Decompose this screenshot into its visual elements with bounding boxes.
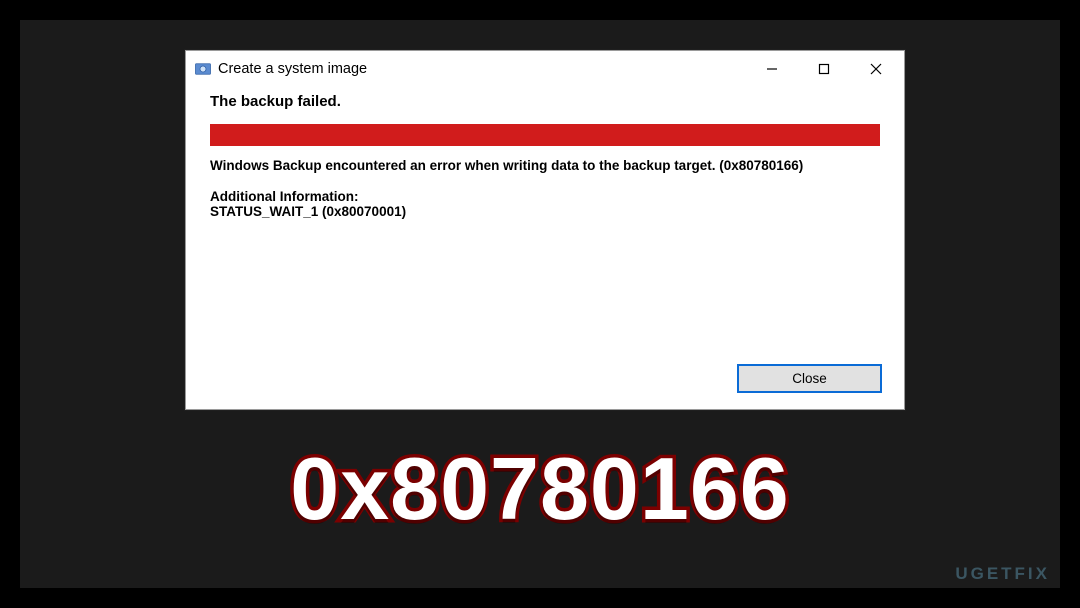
- overlay-error-code: 0x80780166: [0, 438, 1080, 540]
- additional-info-value: STATUS_WAIT_1 (0x80070001): [210, 204, 880, 219]
- error-message: Windows Backup encountered an error when…: [210, 158, 880, 173]
- window-title: Create a system image: [218, 61, 367, 77]
- error-heading: The backup failed.: [210, 93, 880, 110]
- close-button-label: Close: [792, 371, 827, 386]
- watermark: UGETFIX: [955, 564, 1050, 584]
- dialog-content: The backup failed. Windows Backup encoun…: [186, 87, 904, 219]
- window-controls: [746, 51, 902, 87]
- dialog-buttons: Close: [737, 364, 882, 393]
- minimize-button[interactable]: [746, 51, 798, 87]
- close-button[interactable]: Close: [737, 364, 882, 393]
- additional-info-label: Additional Information:: [210, 189, 880, 204]
- error-progress-bar: [210, 124, 880, 146]
- close-window-button[interactable]: [850, 51, 902, 87]
- backup-icon: [194, 60, 212, 78]
- title-bar[interactable]: Create a system image: [186, 51, 904, 87]
- error-dialog: Create a system image The backup failed.…: [185, 50, 905, 410]
- maximize-button[interactable]: [798, 51, 850, 87]
